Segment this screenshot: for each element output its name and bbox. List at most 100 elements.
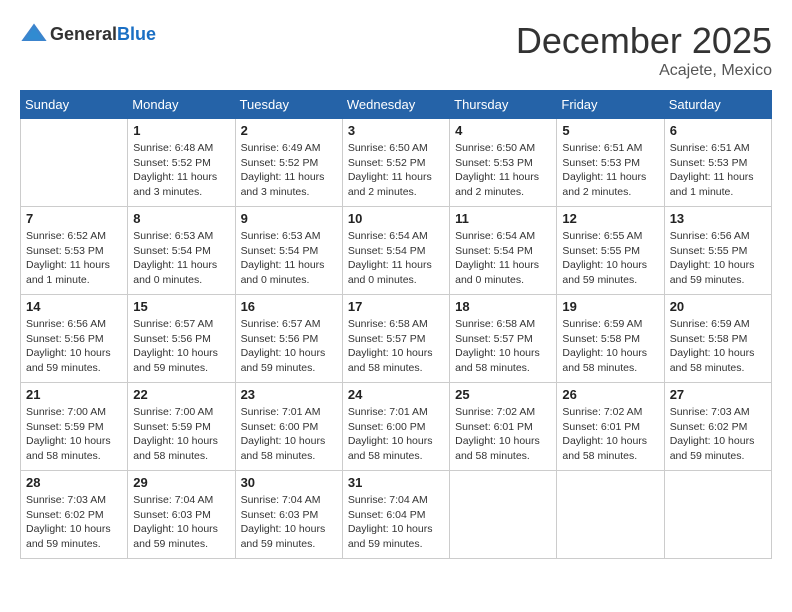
day-info: Sunrise: 6:59 AMSunset: 5:58 PMDaylight:… [670, 317, 766, 376]
day-info: Sunrise: 6:55 AMSunset: 5:55 PMDaylight:… [562, 229, 658, 288]
day-info: Sunrise: 6:57 AMSunset: 5:56 PMDaylight:… [133, 317, 229, 376]
calendar-cell: 22 Sunrise: 7:00 AMSunset: 5:59 PMDayligh… [128, 383, 235, 471]
day-number: 27 [670, 387, 766, 402]
calendar-cell: 19 Sunrise: 6:59 AMSunset: 5:58 PMDayligh… [557, 295, 664, 383]
calendar-cell: 18 Sunrise: 6:58 AMSunset: 5:57 PMDayligh… [450, 295, 557, 383]
week-row-2: 7 Sunrise: 6:52 AMSunset: 5:53 PMDaylight… [21, 207, 772, 295]
calendar-cell: 4 Sunrise: 6:50 AMSunset: 5:53 PMDaylight… [450, 119, 557, 207]
day-number: 15 [133, 299, 229, 314]
day-info: Sunrise: 7:04 AMSunset: 6:03 PMDaylight:… [133, 493, 229, 552]
day-number: 11 [455, 211, 551, 226]
calendar-cell: 23Sunrise: 7:01 AMSunset: 6:00 PMDayligh… [235, 383, 342, 471]
weekday-header-row: SundayMondayTuesdayWednesdayThursdayFrid… [21, 91, 772, 119]
location-title: Acajete, Mexico [516, 62, 772, 80]
day-info: Sunrise: 6:52 AMSunset: 5:53 PMDaylight:… [26, 229, 122, 288]
weekday-header-monday: Monday [128, 91, 235, 119]
day-info: Sunrise: 6:53 AMSunset: 5:54 PMDaylight:… [133, 229, 229, 288]
calendar-cell: 26Sunrise: 7:02 AMSunset: 6:01 PMDayligh… [557, 383, 664, 471]
day-info: Sunrise: 6:56 AMSunset: 5:56 PMDaylight:… [26, 317, 122, 376]
day-info: Sunrise: 6:58 AMSunset: 5:57 PMDaylight:… [455, 317, 551, 376]
calendar-cell: 1 Sunrise: 6:48 AMSunset: 5:52 PMDaylight… [128, 119, 235, 207]
weekday-header-sunday: Sunday [21, 91, 128, 119]
day-number: 16 [241, 299, 337, 314]
day-info: Sunrise: 7:00 AMSunset: 5:59 PMDaylight:… [26, 405, 122, 464]
day-info: Sunrise: 6:54 AMSunset: 5:54 PMDaylight:… [455, 229, 551, 288]
day-info: Sunrise: 6:49 AMSunset: 5:52 PMDaylight:… [241, 141, 337, 200]
general-blue-icon [20, 20, 48, 48]
calendar-cell: 31 Sunrise: 7:04 AMSunset: 6:04 PMDayligh… [342, 471, 449, 559]
day-number: 20 [670, 299, 766, 314]
day-info: Sunrise: 7:01 AMSunset: 6:00 PMDaylight:… [348, 405, 444, 464]
weekday-header-tuesday: Tuesday [235, 91, 342, 119]
day-info: Sunrise: 6:50 AMSunset: 5:52 PMDaylight:… [348, 141, 444, 200]
calendar-cell [21, 119, 128, 207]
week-row-4: 21Sunrise: 7:00 AMSunset: 5:59 PMDayligh… [21, 383, 772, 471]
calendar-cell: 30Sunrise: 7:04 AMSunset: 6:03 PMDayligh… [235, 471, 342, 559]
day-info: Sunrise: 7:04 AMSunset: 6:04 PMDaylight:… [348, 493, 444, 552]
month-title: December 2025 [516, 20, 772, 62]
weekday-header-saturday: Saturday [664, 91, 771, 119]
title-area: December 2025 Acajete, Mexico [516, 20, 772, 80]
day-number: 30 [241, 475, 337, 490]
day-info: Sunrise: 6:54 AMSunset: 5:54 PMDaylight:… [348, 229, 444, 288]
day-info: Sunrise: 6:51 AMSunset: 5:53 PMDaylight:… [562, 141, 658, 200]
calendar-cell: 21Sunrise: 7:00 AMSunset: 5:59 PMDayligh… [21, 383, 128, 471]
calendar-cell: 17 Sunrise: 6:58 AMSunset: 5:57 PMDayligh… [342, 295, 449, 383]
calendar-cell: 15 Sunrise: 6:57 AMSunset: 5:56 PMDayligh… [128, 295, 235, 383]
calendar-cell: 25Sunrise: 7:02 AMSunset: 6:01 PMDayligh… [450, 383, 557, 471]
calendar-cell [450, 471, 557, 559]
day-number: 18 [455, 299, 551, 314]
day-number: 28 [26, 475, 122, 490]
day-number: 31 [348, 475, 444, 490]
day-number: 5 [562, 123, 658, 138]
day-number: 3 [348, 123, 444, 138]
day-number: 1 [133, 123, 229, 138]
day-number: 10 [348, 211, 444, 226]
logo-general-text: General [50, 24, 117, 44]
day-info: Sunrise: 7:03 AMSunset: 6:02 PMDaylight:… [26, 493, 122, 552]
calendar-cell: 20 Sunrise: 6:59 AMSunset: 5:58 PMDayligh… [664, 295, 771, 383]
calendar-cell: 27Sunrise: 7:03 AMSunset: 6:02 PMDayligh… [664, 383, 771, 471]
day-number: 17 [348, 299, 444, 314]
day-number: 4 [455, 123, 551, 138]
calendar-cell: 2Sunrise: 6:49 AMSunset: 5:52 PMDaylight… [235, 119, 342, 207]
day-number: 7 [26, 211, 122, 226]
day-info: Sunrise: 6:50 AMSunset: 5:53 PMDaylight:… [455, 141, 551, 200]
week-row-5: 28 Sunrise: 7:03 AMSunset: 6:02 PMDayligh… [21, 471, 772, 559]
day-info: Sunrise: 6:48 AMSunset: 5:52 PMDaylight:… [133, 141, 229, 200]
day-info: Sunrise: 6:53 AMSunset: 5:54 PMDaylight:… [241, 229, 337, 288]
day-number: 22 [133, 387, 229, 402]
day-info: Sunrise: 7:02 AMSunset: 6:01 PMDaylight:… [562, 405, 658, 464]
day-info: Sunrise: 6:57 AMSunset: 5:56 PMDaylight:… [241, 317, 337, 376]
day-number: 9 [241, 211, 337, 226]
day-info: Sunrise: 6:58 AMSunset: 5:57 PMDaylight:… [348, 317, 444, 376]
day-number: 19 [562, 299, 658, 314]
calendar-cell: 14Sunrise: 6:56 AMSunset: 5:56 PMDayligh… [21, 295, 128, 383]
weekday-header-friday: Friday [557, 91, 664, 119]
calendar-cell: 7 Sunrise: 6:52 AMSunset: 5:53 PMDaylight… [21, 207, 128, 295]
calendar-cell: 6 Sunrise: 6:51 AMSunset: 5:53 PMDaylight… [664, 119, 771, 207]
logo: GeneralBlue [20, 20, 156, 48]
calendar-cell: 9 Sunrise: 6:53 AMSunset: 5:54 PMDaylight… [235, 207, 342, 295]
calendar-cell: 16 Sunrise: 6:57 AMSunset: 5:56 PMDayligh… [235, 295, 342, 383]
week-row-1: 1 Sunrise: 6:48 AMSunset: 5:52 PMDaylight… [21, 119, 772, 207]
calendar-cell: 8Sunrise: 6:53 AMSunset: 5:54 PMDaylight… [128, 207, 235, 295]
day-number: 24 [348, 387, 444, 402]
calendar-cell: 13 Sunrise: 6:56 AMSunset: 5:55 PMDayligh… [664, 207, 771, 295]
calendar-table: SundayMondayTuesdayWednesdayThursdayFrid… [20, 90, 772, 559]
weekday-header-thursday: Thursday [450, 91, 557, 119]
logo-blue-text: Blue [117, 24, 156, 44]
calendar-cell: 3 Sunrise: 6:50 AMSunset: 5:52 PMDaylight… [342, 119, 449, 207]
day-info: Sunrise: 6:51 AMSunset: 5:53 PMDaylight:… [670, 141, 766, 200]
day-info: Sunrise: 6:56 AMSunset: 5:55 PMDaylight:… [670, 229, 766, 288]
day-number: 12 [562, 211, 658, 226]
day-number: 13 [670, 211, 766, 226]
day-info: Sunrise: 7:00 AMSunset: 5:59 PMDaylight:… [133, 405, 229, 464]
calendar-cell: 29Sunrise: 7:04 AMSunset: 6:03 PMDayligh… [128, 471, 235, 559]
day-number: 23 [241, 387, 337, 402]
day-info: Sunrise: 6:59 AMSunset: 5:58 PMDaylight:… [562, 317, 658, 376]
calendar-cell: 11 Sunrise: 6:54 AMSunset: 5:54 PMDayligh… [450, 207, 557, 295]
day-number: 6 [670, 123, 766, 138]
calendar-cell [557, 471, 664, 559]
header: GeneralBlue December 2025 Acajete, Mexic… [20, 20, 772, 80]
